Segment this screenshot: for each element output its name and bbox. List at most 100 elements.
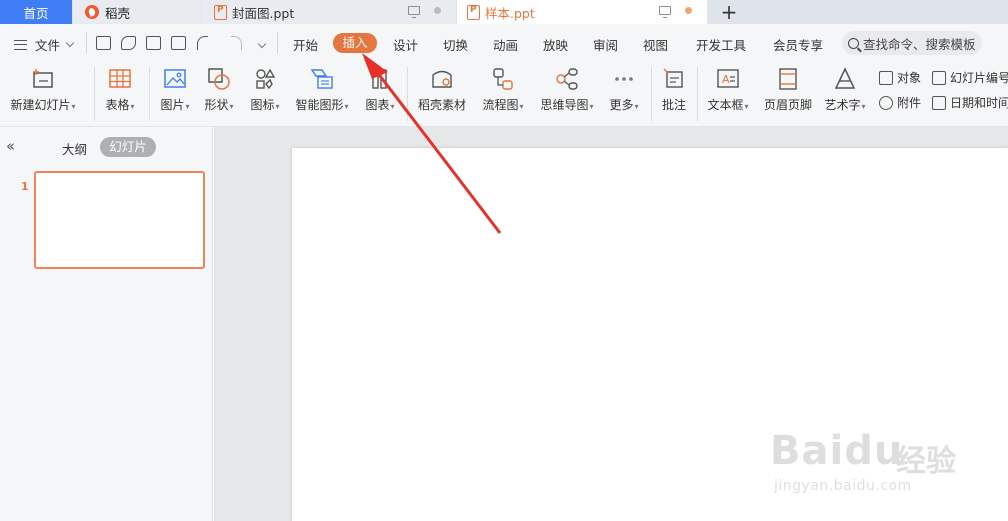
monitor-icon[interactable] [659, 6, 671, 18]
shape-label: 形状 [204, 98, 229, 112]
ppt-file-icon [214, 4, 227, 20]
icon-button[interactable]: 图标▾ [245, 61, 285, 127]
picture-label: 图片 [160, 98, 185, 112]
search-placeholder: 查找命令、搜索模板 [863, 36, 976, 52]
mindmap-label: 思维导图 [540, 98, 589, 112]
picture-icon [163, 67, 187, 91]
paperclip-icon [879, 95, 893, 110]
datetime-label: 日期和时间 [950, 96, 1008, 110]
menu-tab-developer[interactable]: 开发工具 [696, 35, 746, 54]
unsaved-dot-icon[interactable] [685, 7, 692, 14]
tab-home-label: 首页 [23, 5, 49, 21]
smartart-label: 智能图形 [295, 98, 344, 112]
shape-button[interactable]: 形状▾ [199, 61, 239, 127]
print-icon[interactable] [146, 36, 161, 50]
wordart-button[interactable]: 艺术字▾ [820, 61, 870, 127]
flowchart-icon [491, 67, 515, 91]
slide-number-icon [932, 70, 946, 85]
print-preview-icon[interactable] [171, 36, 186, 50]
slide-number-button[interactable]: 幻灯片编号 [932, 69, 1008, 86]
slide-thumbnail[interactable] [34, 171, 205, 269]
mindmap-icon [555, 67, 579, 91]
menu-tab-start[interactable]: 开始 [293, 35, 318, 54]
menu-tab-design[interactable]: 设计 [393, 35, 418, 54]
plus-icon: + [720, 0, 738, 24]
chart-button[interactable]: 图表▾ [360, 61, 400, 127]
menu-tab-slideshow[interactable]: 放映 [543, 35, 568, 54]
more-label: 更多 [609, 98, 634, 112]
divider [94, 67, 95, 121]
attachment-button[interactable]: 附件 [879, 94, 921, 111]
chart-label: 图表 [365, 98, 390, 112]
collapse-panel-icon[interactable]: ‹‹ [6, 137, 15, 155]
object-button[interactable]: 对象 [879, 69, 921, 86]
object-icon [879, 70, 893, 85]
datetime-button[interactable]: 日期和时间 [932, 94, 1008, 111]
mindmap-button[interactable]: 思维导图▾ [536, 61, 598, 127]
ppt-file-icon [467, 4, 480, 20]
tab-file-cover-label: 封面图.ppt [232, 5, 295, 21]
textbox-label: 文本框 [707, 98, 744, 112]
command-search[interactable]: 查找命令、搜索模板 [842, 31, 982, 55]
wordart-label: 艺术字 [824, 98, 861, 112]
comment-button[interactable]: 批注 [656, 61, 692, 127]
divider [651, 67, 652, 121]
tab-daoke-label: 稻壳 [105, 5, 131, 21]
chevron-down-icon [65, 38, 75, 47]
tab-slides[interactable]: 幻灯片 [100, 137, 156, 157]
tab-outline[interactable]: 大纲 [62, 139, 87, 158]
new-slide-button[interactable]: 新建幻灯片▾ [8, 61, 78, 127]
icon-library-icon [253, 67, 277, 91]
divider [86, 32, 87, 54]
tab-daoke[interactable]: 稻壳 [73, 0, 201, 24]
file-menu-label: 文件 [35, 38, 61, 53]
table-button[interactable]: 表格▾ [100, 61, 140, 127]
table-icon [108, 67, 132, 91]
flowchart-button[interactable]: 流程图▾ [478, 61, 528, 127]
watermark-brand: Baidu [770, 428, 904, 474]
close-tab-icon[interactable] [434, 7, 441, 14]
tab-file-sample[interactable]: 样本.ppt [457, 0, 707, 24]
flowchart-label: 流程图 [482, 98, 519, 112]
menu-tab-animation[interactable]: 动画 [493, 35, 518, 54]
file-menu-button[interactable]: 文件 [14, 35, 75, 54]
comment-icon [662, 67, 686, 91]
smartart-icon [310, 67, 334, 91]
slide-thumbnail-number: 1 [21, 180, 29, 193]
tab-file-cover[interactable]: 封面图.ppt [202, 0, 456, 24]
textbox-icon: A [716, 67, 740, 91]
add-tab-button[interactable]: + [716, 0, 742, 24]
daoke-logo-icon [85, 5, 99, 19]
monitor-icon[interactable] [408, 6, 420, 18]
textbox-button[interactable]: A 文本框▾ [703, 61, 753, 127]
tab-home[interactable]: 首页 [0, 0, 72, 24]
customize-toolbar-icon[interactable] [257, 36, 273, 50]
daoke-material-button[interactable]: 稻壳素材 [414, 61, 470, 127]
divider [277, 32, 278, 54]
picture-button[interactable]: 图片▾ [155, 61, 195, 127]
insert-ribbon: 新建幻灯片▾ 表格▾ 图片▾ 形状▾ 图标▾ 智能图形▾ 图表▾ 稻壳素材 流程… [0, 61, 1008, 127]
menu-tab-transition[interactable]: 切换 [443, 35, 468, 54]
tab-file-sample-label: 样本.ppt [485, 5, 535, 21]
divider [697, 67, 698, 121]
undo-icon[interactable] [197, 36, 208, 50]
smartart-button[interactable]: 智能图形▾ [291, 61, 353, 127]
save-icon[interactable] [96, 36, 111, 50]
header-footer-button[interactable]: 页眉页脚 [760, 61, 816, 127]
export-icon[interactable] [121, 36, 136, 50]
divider [149, 67, 150, 121]
chart-icon [368, 67, 392, 91]
search-icon [848, 37, 859, 49]
menu-tab-member[interactable]: 会员专享 [773, 35, 823, 54]
divider [407, 67, 408, 121]
slides-panel: ‹‹ 大纲 幻灯片 1 [0, 127, 213, 521]
more-button[interactable]: 更多▾ [604, 61, 644, 127]
menu-tab-view[interactable]: 视图 [643, 35, 668, 54]
watermark-cn: 经验 [896, 444, 956, 479]
menu-tab-review[interactable]: 审阅 [593, 35, 618, 54]
watermark-url: jingyan.baidu.com [774, 478, 912, 494]
redo-icon[interactable] [231, 36, 242, 50]
daoke-material-label: 稻壳素材 [417, 98, 466, 112]
menu-tab-insert[interactable]: 插入 [333, 33, 377, 53]
new-slide-label: 新建幻灯片 [10, 98, 71, 112]
